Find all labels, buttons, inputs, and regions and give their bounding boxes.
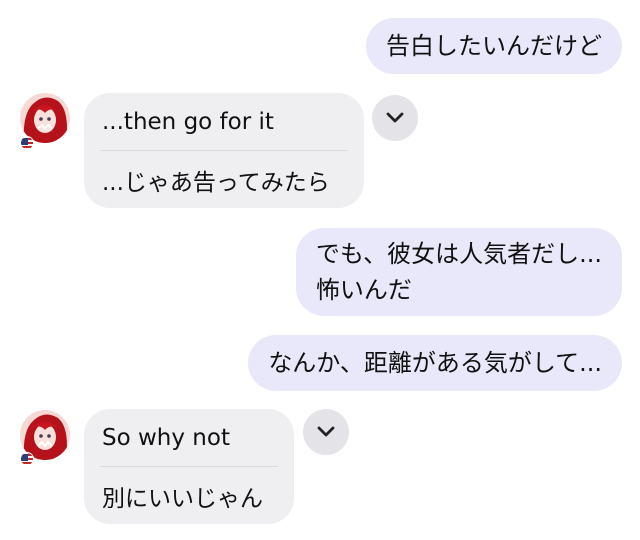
message-text: 告白したいんだけど <box>386 32 602 60</box>
expand-message-button[interactable] <box>303 409 349 455</box>
message-text: なんか、距離がある気がして... <box>268 349 602 377</box>
translated-text: 別にいいじゃん <box>102 485 263 512</box>
us-flag-icon <box>20 136 34 150</box>
incoming-message-bubble[interactable]: ...then go for it ...じゃあ告ってみたら <box>84 93 364 208</box>
message-line: 怖いんだ <box>315 276 412 304</box>
chevron-down-icon <box>317 426 335 437</box>
us-flag-icon <box>20 452 34 466</box>
chevron-down-icon <box>386 112 404 123</box>
outgoing-message-bubble[interactable]: なんか、距離がある気がして... <box>248 335 622 391</box>
incoming-message-bubble[interactable]: So why not 別にいいじゃん <box>84 409 294 524</box>
original-text: So why not <box>102 424 230 451</box>
outgoing-message-bubble[interactable]: でも、彼女は人気者だし... 怖いんだ <box>295 228 622 316</box>
original-text: ...then go for it <box>102 108 274 135</box>
expand-message-button[interactable] <box>372 95 418 141</box>
message-line: でも、彼女は人気者だし... <box>315 240 602 268</box>
outgoing-message-bubble[interactable]: 告白したいんだけど <box>366 18 622 74</box>
translated-text: ...じゃあ告ってみたら <box>102 169 330 196</box>
